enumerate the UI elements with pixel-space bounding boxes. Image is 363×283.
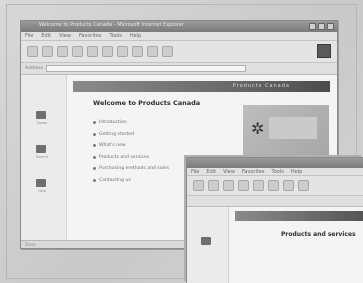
- address-label: Address: [25, 66, 43, 71]
- menu-edit[interactable]: Edit: [206, 169, 216, 175]
- refresh-icon[interactable]: [72, 46, 83, 57]
- header-banner: [235, 211, 363, 221]
- page-heading: Welcome to Products Canada: [93, 99, 201, 107]
- browser-window-secondary: File Edit View Favorites Tools Help Prod…: [186, 157, 363, 283]
- link-introduction[interactable]: Introduction: [99, 120, 127, 125]
- title-bar[interactable]: Welcome to Products Canada - Microsoft I…: [21, 21, 337, 32]
- toolbar: [187, 176, 363, 196]
- print-icon[interactable]: [162, 46, 173, 57]
- home-nav-icon[interactable]: [36, 111, 46, 119]
- list-item[interactable]: Getting started: [93, 129, 169, 141]
- left-sidebar: Home Search Help: [21, 75, 67, 240]
- link-whats-new[interactable]: What's new: [99, 143, 126, 148]
- list-item[interactable]: Introduction: [93, 117, 169, 129]
- refresh-icon[interactable]: [238, 180, 249, 191]
- sidebar-label-search[interactable]: Search: [29, 155, 55, 159]
- home-nav-icon[interactable]: [201, 237, 211, 245]
- address-bar[interactable]: [187, 196, 363, 207]
- bullet-icon: [93, 132, 96, 136]
- list-item[interactable]: What's new: [93, 140, 169, 152]
- page-content: Products and services: [187, 207, 363, 283]
- forward-icon[interactable]: [42, 46, 53, 57]
- forward-icon[interactable]: [208, 180, 219, 191]
- menu-bar: File Edit View Favorites Tools Help: [21, 32, 337, 41]
- stop-icon[interactable]: [57, 46, 68, 57]
- help-nav-icon[interactable]: [36, 179, 46, 187]
- browser-logo-icon: [317, 44, 331, 58]
- link-products-services[interactable]: Products and services: [99, 155, 149, 160]
- page-heading: Products and services: [281, 231, 356, 238]
- menu-tools[interactable]: Tools: [272, 169, 284, 175]
- status-text: Done: [25, 242, 36, 247]
- history-icon[interactable]: [298, 180, 309, 191]
- home-icon[interactable]: [87, 46, 98, 57]
- menu-file[interactable]: File: [25, 33, 33, 39]
- bullet-icon: [93, 121, 96, 125]
- menu-view[interactable]: View: [59, 33, 71, 39]
- menu-edit[interactable]: Edit: [41, 33, 51, 39]
- menu-tools[interactable]: Tools: [110, 33, 122, 39]
- promo-box: [269, 117, 317, 139]
- bullet-icon: [93, 155, 96, 159]
- link-purchasing[interactable]: Purchasing methods and sales: [99, 166, 169, 171]
- bullet-icon: [93, 144, 96, 148]
- address-bar: Address: [21, 63, 337, 75]
- header-banner: Products Canada: [73, 81, 330, 92]
- gear-wrench-icon: ✲: [251, 119, 265, 138]
- title-bar[interactable]: [187, 158, 363, 168]
- menu-bar: File Edit View Favorites Tools Help: [187, 168, 363, 176]
- home-icon[interactable]: [253, 180, 264, 191]
- link-getting-started[interactable]: Getting started: [99, 132, 134, 137]
- window-title: Welcome to Products Canada - Microsoft I…: [39, 22, 184, 28]
- list-item[interactable]: Products and services: [93, 152, 169, 164]
- promo-panel[interactable]: ✲: [243, 105, 329, 155]
- back-icon[interactable]: [27, 46, 38, 57]
- close-icon[interactable]: [327, 23, 334, 30]
- toolbar: [21, 41, 337, 63]
- link-list: Introduction Getting started What's new …: [93, 117, 169, 186]
- menu-favorites[interactable]: Favorites: [242, 169, 265, 175]
- banner-text: Products Canada: [232, 83, 290, 89]
- search-icon[interactable]: [102, 46, 113, 57]
- minimize-icon[interactable]: [309, 23, 316, 30]
- menu-file[interactable]: File: [191, 169, 199, 175]
- stop-icon[interactable]: [223, 180, 234, 191]
- menu-help[interactable]: Help: [291, 169, 302, 175]
- back-icon[interactable]: [193, 180, 204, 191]
- sidebar-label-home[interactable]: Home: [29, 121, 55, 125]
- left-sidebar: [187, 207, 229, 283]
- link-contact[interactable]: Contacting us: [99, 178, 131, 183]
- menu-help[interactable]: Help: [130, 33, 141, 39]
- favorites-icon[interactable]: [283, 180, 294, 191]
- menu-favorites[interactable]: Favorites: [79, 33, 102, 39]
- history-icon[interactable]: [132, 46, 143, 57]
- maximize-icon[interactable]: [318, 23, 325, 30]
- bullet-icon: [93, 167, 96, 171]
- window-controls: [309, 23, 334, 30]
- menu-view[interactable]: View: [223, 169, 235, 175]
- list-item[interactable]: Contacting us: [93, 175, 169, 187]
- bullet-icon: [93, 178, 96, 182]
- search-icon[interactable]: [268, 180, 279, 191]
- sidebar-label-help[interactable]: Help: [29, 189, 55, 193]
- list-item[interactable]: Purchasing methods and sales: [93, 163, 169, 175]
- address-input[interactable]: [45, 65, 246, 72]
- favorites-icon[interactable]: [117, 46, 128, 57]
- mail-icon[interactable]: [147, 46, 158, 57]
- search-nav-icon[interactable]: [36, 145, 46, 153]
